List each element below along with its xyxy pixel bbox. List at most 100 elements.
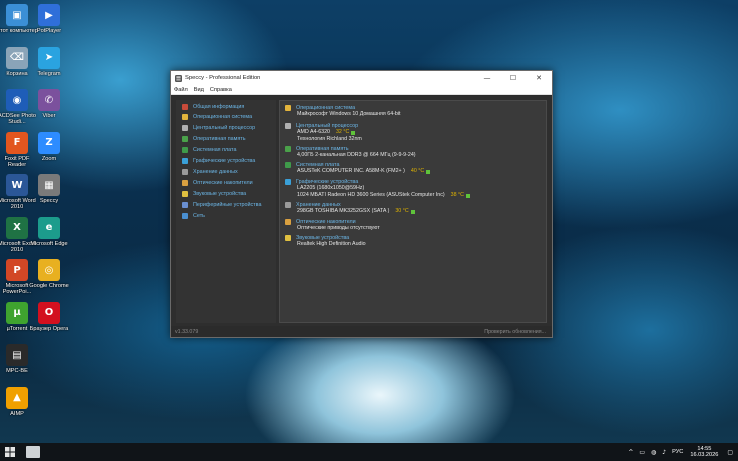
desktop-icon-label: Viber bbox=[42, 113, 56, 119]
section-value: 4,00ГБ 2-канальная DDR3 @ 664 МГц (9-9-9… bbox=[285, 152, 542, 159]
check-updates-link[interactable]: Проверить обновления... bbox=[484, 329, 546, 335]
category-icon bbox=[182, 201, 188, 208]
value-text: 1024 МБATI Radeon HD 3600 Series (ASUSte… bbox=[297, 192, 445, 198]
sidebar-item[interactable]: Сеть bbox=[176, 210, 276, 221]
desktop-icon-label: Браузер Opera bbox=[29, 325, 69, 332]
tray-battery-icon[interactable]: ▭ bbox=[639, 449, 645, 456]
category-icon bbox=[182, 157, 188, 164]
minimize-button[interactable]: — bbox=[474, 71, 500, 85]
desktop-icon[interactable]: ▶ PotPlayer bbox=[30, 4, 68, 34]
desktop-icon[interactable]: ◎ Google Chrome bbox=[29, 259, 69, 289]
sidebar-item[interactable]: Хранение данных bbox=[176, 166, 276, 177]
summary-panel: Операционная система Майкрософт Windows 1… bbox=[279, 100, 547, 323]
category-icon bbox=[182, 104, 188, 110]
notification-icon[interactable]: ▢ bbox=[727, 449, 733, 456]
value-text: 298GB TOSHIBA MK3252GSX (SATA ) bbox=[297, 208, 390, 214]
system-tray: ^ ▭ ◍ ♪ РУС 14:55 16.03.2026 ▢ bbox=[625, 443, 738, 461]
app-icon: O bbox=[38, 301, 60, 324]
menu-help[interactable]: Справка bbox=[210, 87, 232, 93]
desktop-icon-label: Microsoft Edge bbox=[30, 240, 68, 247]
language-indicator[interactable]: РУС bbox=[672, 449, 683, 455]
sidebar-item[interactable]: Центральный процессор bbox=[176, 122, 276, 133]
app-icon: ◉ bbox=[6, 89, 28, 111]
desktop-icon-label: PotPlayer bbox=[36, 28, 62, 34]
tray-network-icon[interactable]: ◍ bbox=[651, 449, 656, 456]
section-value: ASUSTeK COMPUTER INC. A58M-K (FM2+ ) 40 °… bbox=[285, 168, 542, 175]
sidebar-item[interactable]: Общая информация bbox=[176, 100, 276, 111]
temperature-reading: 40 °C bbox=[410, 168, 425, 174]
sidebar-item[interactable]: Звуковые устройства bbox=[176, 188, 276, 199]
section-title: Графические устройства bbox=[296, 178, 359, 185]
desktop-icon-label: Google Chrome bbox=[29, 283, 69, 289]
desktop-icon[interactable]: O Браузер Opera bbox=[29, 301, 69, 332]
app-icon: ▤ bbox=[6, 344, 28, 366]
sidebar-item[interactable]: Оперативная память bbox=[176, 133, 276, 144]
app-icon: ▦ bbox=[38, 174, 60, 196]
category-icon bbox=[182, 124, 188, 131]
clock[interactable]: 14:55 16.03.2026 bbox=[690, 446, 718, 459]
desktop-icon[interactable]: ▦ Speccy bbox=[30, 174, 68, 204]
section-value: Технология Richland 32nm bbox=[285, 136, 542, 143]
section-heading[interactable]: Хранение данных bbox=[285, 201, 542, 208]
section-value: Оптические приводы отсутствуют bbox=[285, 225, 542, 232]
menu-view[interactable]: Вид bbox=[194, 87, 204, 93]
maximize-button[interactable]: ☐ bbox=[500, 71, 526, 85]
close-button[interactable]: ✕ bbox=[526, 71, 552, 85]
value-text: AMD A4-6320 bbox=[297, 129, 330, 135]
desktop-icon[interactable]: ▲ AIMP bbox=[0, 386, 36, 417]
title-bar[interactable]: Speccy - Professional Edition — ☐ ✕ bbox=[171, 71, 552, 85]
section-title: Оптические накопители bbox=[296, 218, 356, 225]
section-heading[interactable]: Системная плата bbox=[285, 161, 542, 168]
desktop-icon-label: AIMP bbox=[10, 410, 24, 417]
section-title: Хранение данных bbox=[296, 201, 341, 208]
section-icon bbox=[285, 161, 291, 168]
desktop-icon[interactable]: ➤ Telegram bbox=[30, 46, 68, 77]
sidebar-item[interactable]: Оптические накопители bbox=[176, 177, 276, 188]
desktop-icon[interactable]: e Microsoft Edge bbox=[30, 216, 68, 247]
summary-section: Оперативная память 4,00ГБ 2-канальная DDR… bbox=[285, 145, 542, 159]
section-value: Майкрософт Windows 10 Домашняя 64-bit bbox=[285, 111, 542, 118]
value-text: 4,00ГБ 2-канальная DDR3 @ 664 МГц (9-9-9… bbox=[297, 152, 416, 158]
desktop-icon[interactable]: Z Zoom bbox=[30, 131, 68, 162]
section-heading[interactable]: Графические устройства bbox=[285, 178, 542, 185]
start-button[interactable] bbox=[0, 443, 20, 461]
summary-section: Центральный процессор AMD A4-6320 32 °C Тех… bbox=[285, 122, 542, 143]
app-icon: e bbox=[38, 216, 60, 239]
section-heading[interactable]: Оперативная память bbox=[285, 145, 542, 152]
value-text: Технология Richland 32nm bbox=[297, 136, 362, 142]
app-icon: Z bbox=[38, 131, 60, 154]
category-icon bbox=[182, 212, 188, 219]
section-heading[interactable]: Оптические накопители bbox=[285, 218, 542, 225]
desktop-icon[interactable]: ✆ Viber bbox=[30, 89, 68, 119]
section-heading[interactable]: Операционная система bbox=[285, 104, 542, 111]
speccy-app-icon bbox=[175, 74, 182, 82]
category-icon bbox=[182, 146, 188, 153]
value-text: ASUSTeK COMPUTER INC. A58M-K (FM2+ ) bbox=[297, 168, 405, 174]
summary-section: Хранение данных 298GB TOSHIBA MK3252GSX (… bbox=[285, 201, 542, 215]
window-body: Общая информация Операционная система Цент… bbox=[171, 96, 552, 326]
category-icon bbox=[182, 168, 188, 175]
sidebar-item[interactable]: Графические устройства bbox=[176, 155, 276, 166]
tray-chevron-icon[interactable]: ^ bbox=[628, 449, 633, 456]
sidebar-item[interactable]: Операционная система bbox=[176, 111, 276, 122]
section-icon bbox=[285, 201, 291, 208]
section-value: 1024 МБATI Radeon HD 3600 Series (ASUSte… bbox=[285, 192, 542, 199]
section-heading[interactable]: Звуковые устройства bbox=[285, 234, 542, 241]
taskbar-speccy-app[interactable] bbox=[26, 446, 40, 458]
desktop-icon[interactable]: ▤ MPC-BE bbox=[0, 344, 36, 374]
version-label: v1.33.079 bbox=[175, 328, 199, 335]
section-value: AMD A4-6320 32 °C bbox=[285, 129, 542, 136]
temperature-indicator-icon bbox=[426, 169, 431, 174]
sidebar-item[interactable]: Периферийные устройства bbox=[176, 199, 276, 210]
category-icon bbox=[182, 190, 188, 197]
section-heading[interactable]: Центральный процессор bbox=[285, 122, 542, 129]
temperature-reading: 30 °C bbox=[395, 208, 409, 214]
sidebar-item-label: Оперативная память bbox=[193, 135, 246, 142]
menu-file[interactable]: Файл bbox=[174, 87, 188, 93]
value-text: Майкрософт Windows 10 Домашняя 64-bit bbox=[297, 111, 401, 117]
app-icon: ✆ bbox=[38, 89, 60, 111]
sidebar-item[interactable]: Системная плата bbox=[176, 144, 276, 155]
app-icon: P bbox=[6, 259, 28, 281]
sidebar-item-label: Системная плата bbox=[193, 146, 237, 153]
tray-volume-icon[interactable]: ♪ bbox=[662, 449, 666, 456]
